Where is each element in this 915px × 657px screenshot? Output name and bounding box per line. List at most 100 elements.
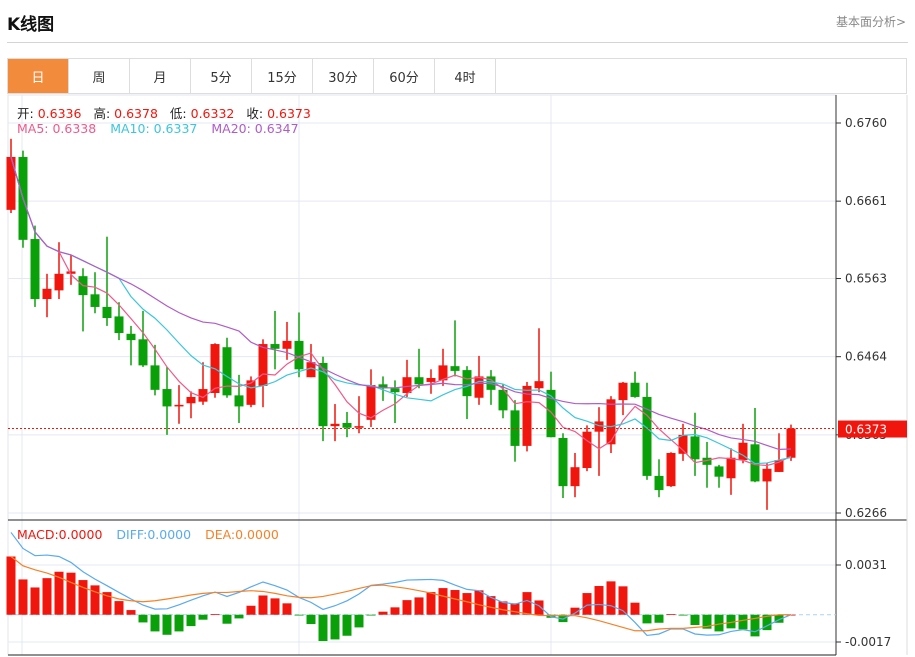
candle (654, 459, 664, 498)
candle-body (522, 385, 532, 446)
candle (222, 337, 232, 398)
candle-body (234, 395, 244, 407)
candle-body (150, 365, 160, 390)
candle (198, 362, 208, 405)
candle-body (270, 344, 280, 349)
macd-bar (342, 614, 352, 636)
candle (786, 424, 796, 461)
candle (270, 310, 280, 370)
candle (30, 225, 40, 307)
candle (138, 310, 148, 367)
candle (762, 463, 772, 510)
candle-body (162, 389, 172, 407)
macd-bar (210, 614, 220, 615)
macd-bar (66, 572, 76, 615)
candle (186, 391, 196, 419)
candle-body (306, 362, 316, 378)
high-value: 0.6378 (114, 106, 158, 121)
candle (594, 407, 604, 476)
y-tick-label: 0.6760 (845, 116, 887, 130)
candle-body (750, 444, 760, 482)
macd-bar (666, 614, 676, 615)
candle-body (690, 436, 700, 460)
macd-bar (678, 614, 688, 616)
macd-bar (162, 614, 172, 635)
candle (126, 325, 136, 366)
macd-bar (738, 614, 748, 630)
candle-body (42, 288, 52, 300)
candle (474, 355, 484, 405)
macd-bar (606, 581, 616, 615)
candle-body (390, 388, 400, 393)
macd-bar (378, 611, 388, 615)
candle-body (174, 404, 184, 407)
candle-body (126, 333, 136, 341)
macd-bar (354, 614, 364, 628)
candle (486, 370, 496, 405)
macd-bar (6, 556, 16, 615)
kline-chart[interactable]: 0.67600.66610.65630.64640.63650.62660.00… (0, 0, 915, 657)
macd-bar (318, 614, 328, 642)
candle-body (786, 428, 796, 458)
candle (294, 312, 304, 378)
candle-body (582, 431, 592, 468)
open-label: 开: (17, 106, 34, 121)
macd-bar (150, 614, 160, 632)
candle (726, 448, 736, 495)
candle (42, 273, 52, 318)
ma10-legend: MA10: 0.6337 (110, 121, 198, 136)
macd-bar (630, 602, 640, 615)
candle-body (366, 385, 376, 420)
y-tick-label: 0.6563 (845, 272, 887, 286)
macd-bar (390, 607, 400, 615)
candle-body (462, 370, 472, 397)
macd-bar (306, 614, 316, 625)
macd-y-tick-label: -0.0017 (845, 635, 891, 649)
macd-legend-value: MACD:0.0000 (17, 527, 103, 542)
candle (666, 452, 676, 487)
candle-body (594, 421, 604, 432)
candle-body (402, 377, 412, 393)
dea-line (10, 556, 791, 632)
ma20-legend: MA20: 0.6347 (211, 121, 299, 136)
candle-body (534, 381, 544, 389)
candle (78, 268, 88, 332)
low-value: 0.6332 (190, 106, 235, 121)
candle-body (762, 468, 772, 482)
macd-bar (174, 614, 184, 632)
candle (618, 381, 628, 416)
candle (690, 412, 700, 476)
diff-line (10, 532, 792, 637)
candle (534, 328, 544, 393)
candle (558, 433, 568, 498)
macd-bar (234, 614, 244, 619)
candle-body (714, 466, 724, 477)
candle-body (186, 396, 196, 404)
candle (582, 425, 592, 472)
candle-body (102, 306, 112, 318)
candle-body (450, 366, 460, 371)
candle-body (258, 344, 268, 386)
macd-bar (18, 579, 28, 615)
candle-body (474, 376, 484, 398)
macd-legend: MACD:0.0000 DIFF:0.0000 DEA:0.0000 (17, 527, 283, 542)
macd-bar (186, 614, 196, 627)
candle-body (90, 294, 100, 307)
ma5-legend: MA5: 0.6338 (17, 121, 97, 136)
macd-bar (282, 603, 292, 615)
candle (330, 404, 340, 442)
candle (774, 433, 784, 472)
candle-body (330, 423, 340, 427)
y-tick-label: 0.6661 (845, 194, 887, 208)
macd-bar (270, 598, 280, 615)
ohlc-legend: 开: 0.6336 高: 0.6378 低: 0.6332 收: 0.6373 (17, 103, 319, 122)
candle-body (6, 156, 16, 210)
candle-body (654, 475, 664, 491)
macd-bar (126, 610, 136, 615)
macd-bar (642, 614, 652, 624)
candle (522, 381, 532, 452)
candle (102, 236, 112, 326)
macd-bar (438, 588, 448, 615)
open-value: 0.6336 (37, 106, 82, 121)
macd-bar (462, 593, 472, 615)
